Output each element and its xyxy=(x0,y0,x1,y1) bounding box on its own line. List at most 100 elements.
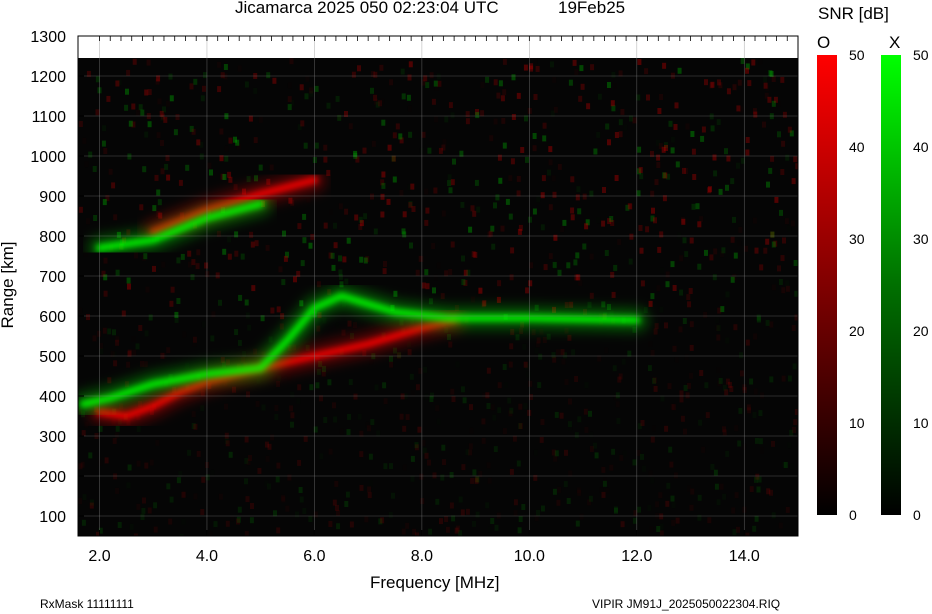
noise-speck xyxy=(210,470,214,476)
noise-speck xyxy=(250,503,254,509)
noise-speck xyxy=(509,343,514,350)
noise-speck xyxy=(660,267,664,273)
noise-speck xyxy=(169,496,174,503)
noise-speck xyxy=(481,437,486,444)
noise-speck xyxy=(139,204,144,211)
noise-speck xyxy=(713,248,718,255)
noise-speck xyxy=(793,156,798,163)
noise-speck xyxy=(431,243,436,249)
noise-speck xyxy=(127,464,132,471)
noise-speck xyxy=(768,167,773,174)
noise-speck xyxy=(665,500,670,507)
noise-speck xyxy=(305,76,309,82)
noise-speck xyxy=(787,442,791,448)
noise-speck xyxy=(690,488,695,495)
noise-speck xyxy=(727,381,732,388)
noise-speck xyxy=(734,492,739,499)
noise-speck xyxy=(127,153,132,160)
noise-speck xyxy=(496,512,501,519)
noise-speck xyxy=(154,174,159,181)
noise-speck xyxy=(574,69,579,76)
noise-speck xyxy=(462,397,467,404)
noise-speck xyxy=(336,323,340,329)
noise-speck xyxy=(486,367,491,374)
noise-speck xyxy=(777,131,781,138)
noise-speck xyxy=(246,459,251,466)
noise-speck xyxy=(128,120,133,127)
noise-speck xyxy=(596,131,601,138)
noise-speck xyxy=(456,362,460,368)
noise-speck xyxy=(589,253,594,260)
noise-speck xyxy=(166,101,170,107)
noise-speck xyxy=(398,133,403,140)
noise-speck xyxy=(601,220,606,227)
noise-speck xyxy=(510,328,515,335)
noise-speck xyxy=(734,425,739,432)
noise-speck xyxy=(540,192,545,199)
noise-speck xyxy=(529,262,534,269)
noise-speck xyxy=(509,468,514,475)
noise-speck xyxy=(289,405,294,412)
noise-speck xyxy=(719,483,724,490)
noise-speck xyxy=(441,444,446,451)
noise-speck xyxy=(191,411,196,418)
noise-speck xyxy=(520,147,525,153)
noise-speck xyxy=(108,168,113,175)
noise-speck xyxy=(645,226,650,233)
noise-speck xyxy=(322,365,326,372)
noise-speck xyxy=(513,499,518,506)
noise-speck xyxy=(691,148,696,155)
noise-speck xyxy=(787,226,791,232)
y-tick-label: 500 xyxy=(39,349,66,366)
noise-speck xyxy=(561,358,566,365)
noise-speck xyxy=(485,502,490,509)
noise-speck xyxy=(160,140,164,146)
noise-speck xyxy=(532,133,537,139)
noise-speck xyxy=(218,299,222,306)
noise-speck xyxy=(495,194,500,201)
noise-speck xyxy=(525,156,529,163)
noise-speck xyxy=(449,502,454,509)
noise-speck xyxy=(126,361,131,368)
noise-speck xyxy=(548,146,553,153)
noise-speck xyxy=(605,123,610,130)
noise-speck xyxy=(190,274,195,281)
noise-speck xyxy=(423,366,428,373)
noise-speck xyxy=(308,516,313,522)
noise-speck xyxy=(770,231,775,238)
noise-speck xyxy=(244,436,249,443)
colorbar-o-tick-label: 50 xyxy=(849,47,865,63)
noise-speck xyxy=(655,501,660,508)
noise-speck xyxy=(465,449,470,456)
noise-speck xyxy=(383,261,387,267)
noise-speck xyxy=(407,184,411,190)
noise-speck xyxy=(523,403,527,409)
noise-speck xyxy=(333,416,338,423)
noise-speck xyxy=(440,293,445,300)
noise-speck xyxy=(224,155,229,162)
noise-speck xyxy=(381,182,386,189)
noise-speck xyxy=(737,79,742,86)
noise-speck xyxy=(567,334,572,341)
noise-speck xyxy=(790,464,794,470)
noise-speck xyxy=(580,83,585,90)
noise-speck xyxy=(771,512,776,519)
noise-speck xyxy=(670,495,675,502)
noise-speck xyxy=(142,497,146,504)
noise-speck xyxy=(551,352,556,359)
noise-speck xyxy=(563,481,568,488)
noise-speck xyxy=(710,125,715,132)
noise-speck xyxy=(236,518,240,525)
noise-speck xyxy=(113,214,118,221)
noise-speck xyxy=(471,296,475,303)
noise-speck xyxy=(586,103,591,110)
noise-speck xyxy=(307,197,311,203)
noise-speck xyxy=(202,85,206,92)
noise-speck xyxy=(525,287,530,294)
y-tick-label: 1000 xyxy=(30,149,66,166)
noise-speck xyxy=(460,509,465,516)
noise-speck xyxy=(650,349,655,356)
noise-speck xyxy=(527,371,531,377)
noise-speck xyxy=(757,476,762,483)
noise-speck xyxy=(232,386,236,393)
